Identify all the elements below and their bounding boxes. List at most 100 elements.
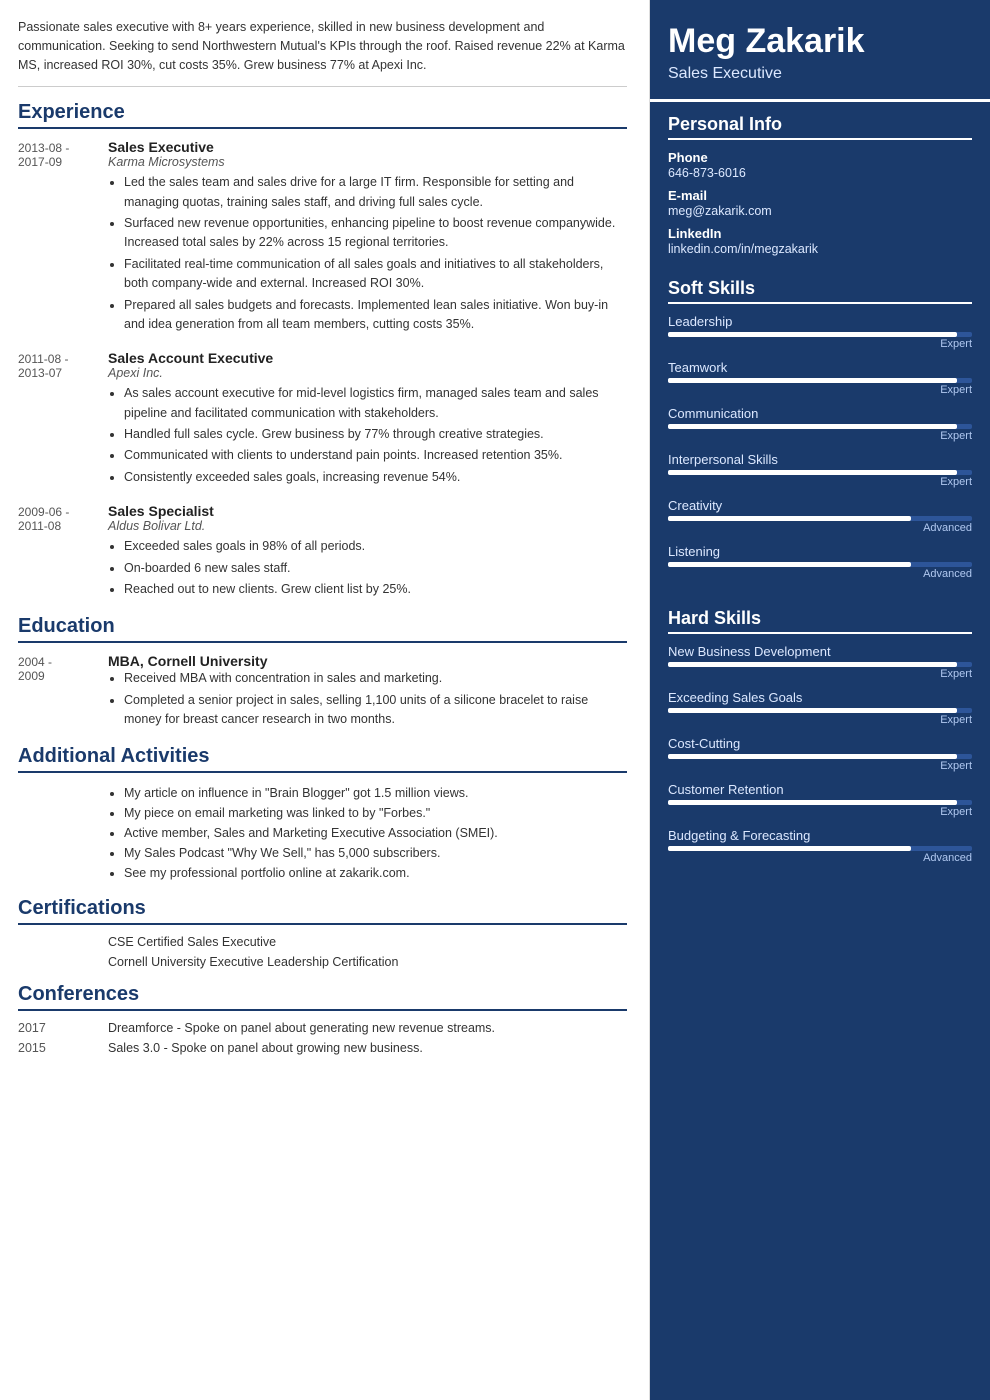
skill-name: Communication bbox=[668, 406, 972, 421]
hard-skills-list: New Business DevelopmentExpertExceeding … bbox=[668, 644, 972, 864]
skill-bar-fill bbox=[668, 754, 957, 759]
skill-bar-bg bbox=[668, 378, 972, 383]
certifications-section-title: Certifications bbox=[18, 897, 627, 925]
edu-dates: 2004 - 2009 bbox=[18, 653, 108, 731]
skill-name: Creativity bbox=[668, 498, 972, 513]
skill-level: Expert bbox=[668, 714, 972, 726]
info-label: E-mail bbox=[668, 188, 972, 203]
hard-skills-title: Hard Skills bbox=[668, 608, 972, 634]
skill-level: Expert bbox=[668, 760, 972, 772]
exp-bullets: Exceeded sales goals in 98% of all perio… bbox=[108, 537, 627, 599]
skill-bar-bg bbox=[668, 800, 972, 805]
info-value: meg@zakarik.com bbox=[668, 204, 972, 218]
resume-layout: Passionate sales executive with 8+ years… bbox=[0, 0, 990, 1400]
soft-skills-section: Soft Skills LeadershipExpertTeamworkExpe… bbox=[650, 266, 990, 596]
skill-item: Creativity Advanced bbox=[668, 498, 972, 534]
exp-bullets: As sales account executive for mid-level… bbox=[108, 384, 627, 487]
skill-bar-bg bbox=[668, 708, 972, 713]
edu-content: MBA, Cornell UniversityReceived MBA with… bbox=[108, 653, 627, 731]
exp-bullet: Communicated with clients to understand … bbox=[124, 446, 627, 465]
skill-bar-fill bbox=[668, 516, 911, 521]
exp-dates: 2009-06 - 2011-08 bbox=[18, 503, 108, 601]
additional-bullet: My Sales Podcast "Why We Sell," has 5,00… bbox=[124, 843, 627, 863]
exp-company: Apexi Inc. bbox=[108, 366, 627, 380]
skill-name: New Business Development bbox=[668, 644, 972, 659]
skill-bar-fill bbox=[668, 378, 957, 383]
exp-company: Aldus Bolivar Ltd. bbox=[108, 519, 627, 533]
exp-bullet: On-boarded 6 new sales staff. bbox=[124, 559, 627, 578]
conference-item: 2015Sales 3.0 - Spoke on panel about gro… bbox=[18, 1041, 627, 1055]
skill-level: Advanced bbox=[668, 522, 972, 534]
exp-content: Sales Account ExecutiveApexi Inc. As sale… bbox=[108, 350, 627, 489]
additional-list: My article on influence in "Brain Blogge… bbox=[108, 783, 627, 883]
info-value: 646-873-6016 bbox=[668, 166, 972, 180]
skill-bar-bg bbox=[668, 662, 972, 667]
education-section: 2004 - 2009MBA, Cornell UniversityReceiv… bbox=[18, 653, 627, 731]
skill-level: Expert bbox=[668, 668, 972, 680]
skill-item: LeadershipExpert bbox=[668, 314, 972, 350]
exp-bullet: Consistently exceeded sales goals, incre… bbox=[124, 468, 627, 487]
skill-level: Expert bbox=[668, 806, 972, 818]
skill-level: Expert bbox=[668, 476, 972, 488]
additional-section-title: Additional Activities bbox=[18, 745, 627, 773]
skill-item: Exceeding Sales GoalsExpert bbox=[668, 690, 972, 726]
experience-section: 2013-08 - 2017-09Sales ExecutiveKarma Mi… bbox=[18, 139, 627, 601]
skill-bar-fill bbox=[668, 332, 957, 337]
skill-level: Advanced bbox=[668, 568, 972, 580]
exp-bullet: Surfaced new revenue opportunities, enha… bbox=[124, 214, 627, 253]
skill-name: Cost-Cutting bbox=[668, 736, 972, 751]
skill-name: Leadership bbox=[668, 314, 972, 329]
candidate-jobtitle: Sales Executive bbox=[668, 65, 972, 83]
skill-bar-fill bbox=[668, 424, 957, 429]
skill-level: Advanced bbox=[668, 852, 972, 864]
certification-item: CSE Certified Sales Executive bbox=[108, 935, 627, 949]
exp-dates: 2011-08 - 2013-07 bbox=[18, 350, 108, 489]
skill-name: Customer Retention bbox=[668, 782, 972, 797]
skill-bar-fill bbox=[668, 470, 957, 475]
skill-item: TeamworkExpert bbox=[668, 360, 972, 396]
right-header: Meg Zakarik Sales Executive bbox=[650, 0, 990, 102]
skill-bar-fill bbox=[668, 708, 957, 713]
info-label: LinkedIn bbox=[668, 226, 972, 241]
additional-bullet: See my professional portfolio online at … bbox=[124, 863, 627, 883]
education-section-title: Education bbox=[18, 615, 627, 643]
skill-bar-fill bbox=[668, 562, 911, 567]
skill-item: Listening Advanced bbox=[668, 544, 972, 580]
certification-item: Cornell University Executive Leadership … bbox=[108, 955, 627, 969]
skill-bar-fill bbox=[668, 662, 957, 667]
experience-item: 2011-08 - 2013-07Sales Account Executive… bbox=[18, 350, 627, 489]
conferences-section-title: Conferences bbox=[18, 983, 627, 1011]
skill-bar-bg bbox=[668, 470, 972, 475]
info-label: Phone bbox=[668, 150, 972, 165]
personal-info-section: Personal Info Phone646-873-6016E-mailmeg… bbox=[650, 102, 990, 266]
skill-item: Customer Retention Expert bbox=[668, 782, 972, 818]
info-value: linkedin.com/in/megzakarik bbox=[668, 242, 972, 256]
skill-bar-bg bbox=[668, 754, 972, 759]
skill-name: Listening bbox=[668, 544, 972, 559]
summary-text: Passionate sales executive with 8+ years… bbox=[18, 18, 627, 87]
exp-bullet: Facilitated real-time communication of a… bbox=[124, 255, 627, 294]
skill-item: Budgeting & ForecastingAdvanced bbox=[668, 828, 972, 864]
exp-job-title: Sales Specialist bbox=[108, 503, 627, 519]
additional-bullet: My article on influence in "Brain Blogge… bbox=[124, 783, 627, 803]
skill-bar-bg bbox=[668, 562, 972, 567]
edu-title: MBA, Cornell University bbox=[108, 653, 627, 669]
certifications-list: CSE Certified Sales Executive Cornell Uni… bbox=[18, 935, 627, 969]
exp-bullet: Exceeded sales goals in 98% of all perio… bbox=[124, 537, 627, 556]
exp-bullet: As sales account executive for mid-level… bbox=[124, 384, 627, 423]
exp-bullet: Prepared all sales budgets and forecasts… bbox=[124, 296, 627, 335]
edu-bullet: Received MBA with concentration in sales… bbox=[124, 669, 627, 688]
skill-name: Teamwork bbox=[668, 360, 972, 375]
exp-job-title: Sales Account Executive bbox=[108, 350, 627, 366]
right-column: Meg Zakarik Sales Executive Personal Inf… bbox=[650, 0, 990, 1400]
edu-bullet: Completed a senior project in sales, sel… bbox=[124, 691, 627, 730]
skill-level: Expert bbox=[668, 430, 972, 442]
skill-bar-bg bbox=[668, 332, 972, 337]
skill-bar-fill bbox=[668, 846, 911, 851]
skill-bar-bg bbox=[668, 516, 972, 521]
experience-section-title: Experience bbox=[18, 101, 627, 129]
skill-item: Communication Expert bbox=[668, 406, 972, 442]
conferences-list: 2017Dreamforce - Spoke on panel about ge… bbox=[18, 1021, 627, 1055]
skill-bar-bg bbox=[668, 424, 972, 429]
conference-desc: Dreamforce - Spoke on panel about genera… bbox=[108, 1021, 627, 1035]
